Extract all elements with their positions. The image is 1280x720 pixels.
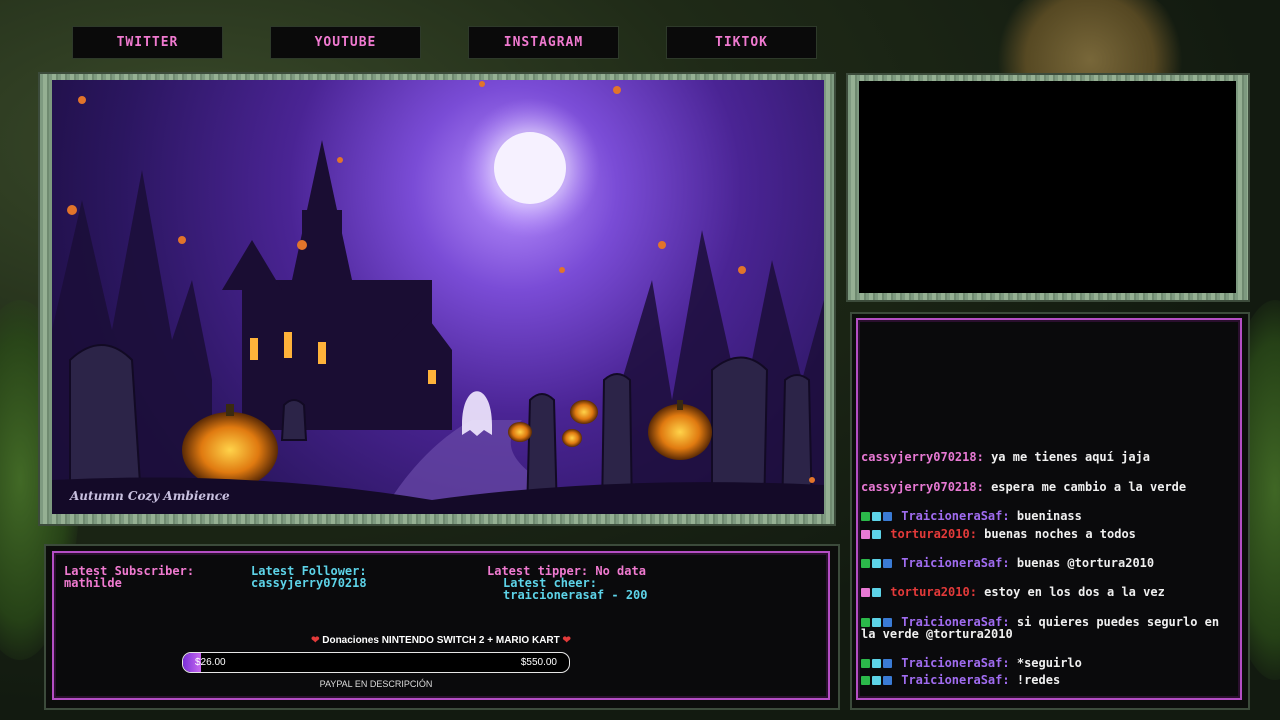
subscriber-badge-icon bbox=[883, 659, 892, 668]
donation-current: $26.00 bbox=[195, 657, 226, 668]
chat-message: TraicioneraSaf: !redes bbox=[861, 674, 1236, 686]
webcam-frame bbox=[848, 75, 1248, 300]
pumpkin-small bbox=[570, 400, 598, 424]
latest-cheer-value: traicionerasaf - 200 bbox=[503, 588, 648, 602]
chat-text: estoy en los dos a la vez bbox=[984, 585, 1165, 599]
chat-message: tortura2010: buenas noches a todos bbox=[861, 528, 1236, 540]
crown-badge-icon bbox=[872, 676, 881, 685]
subscriber-badge-icon bbox=[883, 512, 892, 521]
moon-icon bbox=[494, 132, 566, 204]
video-frame: Autumn Cozy Ambience bbox=[40, 74, 834, 524]
chat-text: buenas @tortura2010 bbox=[1016, 556, 1155, 570]
chat-message: cassyjerry070218: espera me cambio a la … bbox=[861, 481, 1236, 493]
video-watermark: Autumn Cozy Ambience bbox=[69, 489, 230, 503]
crown-badge-icon bbox=[872, 512, 881, 521]
church-silhouette bbox=[222, 140, 452, 430]
chat-username: cassyjerry070218: bbox=[861, 450, 984, 464]
chat-username: TraicioneraSaf: bbox=[901, 656, 1010, 670]
crown-badge-icon bbox=[872, 588, 881, 597]
chat-text: ya me tienes aquí jaja bbox=[991, 450, 1151, 464]
halloween-scene-art: Autumn Cozy Ambience bbox=[52, 81, 824, 514]
latest-follower-value: cassyjerry070218 bbox=[251, 576, 367, 590]
moderator-badge-icon bbox=[861, 512, 870, 521]
pumpkin-small bbox=[562, 429, 582, 447]
chat-text: *seguirlo bbox=[1016, 656, 1082, 670]
chat-username: cassyjerry070218: bbox=[861, 480, 984, 494]
heart-badge-icon bbox=[861, 588, 870, 597]
twitter-button[interactable]: TWITTER bbox=[72, 26, 223, 59]
chat-text: espera me cambio a la verde bbox=[991, 480, 1187, 494]
tiktok-button[interactable]: TIKTOK bbox=[666, 26, 817, 59]
chat-message: TraicioneraSaf: buenas @tortura2010 bbox=[861, 557, 1236, 569]
subscriber-badge-icon bbox=[883, 676, 892, 685]
chat-text: !redes bbox=[1016, 673, 1061, 687]
moderator-badge-icon bbox=[861, 559, 870, 568]
donation-footer: PAYPAL EN DESCRIPCIÓN bbox=[319, 679, 433, 689]
latest-subscriber-value: mathilde bbox=[64, 576, 122, 590]
chat-text: buenas noches a todos bbox=[984, 527, 1136, 541]
halloween-video: Autumn Cozy Ambience bbox=[52, 80, 824, 514]
chat-username: tortura2010: bbox=[890, 585, 977, 599]
chat-message: TraicioneraSaf: si quieres puedes segurl… bbox=[861, 616, 1236, 640]
chat-message: TraicioneraSaf: *seguirlo bbox=[861, 657, 1236, 669]
crown-badge-icon bbox=[872, 530, 881, 539]
donation-title-text: Donaciones NINTENDO SWITCH 2 + MARIO KAR… bbox=[322, 635, 560, 646]
chat-message: TraicioneraSaf: bueninass bbox=[861, 510, 1236, 522]
chat-username: TraicioneraSaf: bbox=[901, 556, 1010, 570]
donation-progress-bar: $26.00 $550.00 bbox=[182, 652, 570, 673]
donation-title: ❤ Donaciones NINTENDO SWITCH 2 + MARIO K… bbox=[54, 635, 828, 646]
chat-text: bueninass bbox=[1016, 509, 1082, 523]
subscriber-badge-icon bbox=[883, 618, 892, 627]
chat-username: TraicioneraSaf: bbox=[901, 673, 1010, 687]
moderator-badge-icon bbox=[861, 659, 870, 668]
instagram-button[interactable]: INSTAGRAM bbox=[468, 26, 619, 59]
crown-badge-icon bbox=[872, 659, 881, 668]
moderator-badge-icon bbox=[861, 618, 870, 627]
donation-goal: $550.00 bbox=[520, 657, 557, 668]
heart-badge-icon bbox=[861, 530, 870, 539]
youtube-button[interactable]: YOUTUBE bbox=[270, 26, 421, 59]
pumpkin-small bbox=[508, 422, 532, 442]
chat-message: cassyjerry070218: ya me tienes aquí jaja bbox=[861, 451, 1236, 463]
chat-message: tortura2010: estoy en los dos a la vez bbox=[861, 586, 1236, 598]
moderator-badge-icon bbox=[861, 676, 870, 685]
chat-username: tortura2010: bbox=[890, 527, 977, 541]
subscriber-badge-icon bbox=[883, 559, 892, 568]
heart-icon: ❤ bbox=[562, 635, 571, 646]
webcam-area bbox=[859, 81, 1236, 293]
crown-badge-icon bbox=[872, 559, 881, 568]
stats-panel: Latest Subscriber: mathilde Latest Follo… bbox=[52, 551, 830, 700]
chat-username: TraicioneraSaf: bbox=[901, 509, 1010, 523]
crown-badge-icon bbox=[872, 618, 881, 627]
ghost-icon bbox=[462, 391, 492, 436]
heart-icon: ❤ bbox=[311, 635, 320, 646]
